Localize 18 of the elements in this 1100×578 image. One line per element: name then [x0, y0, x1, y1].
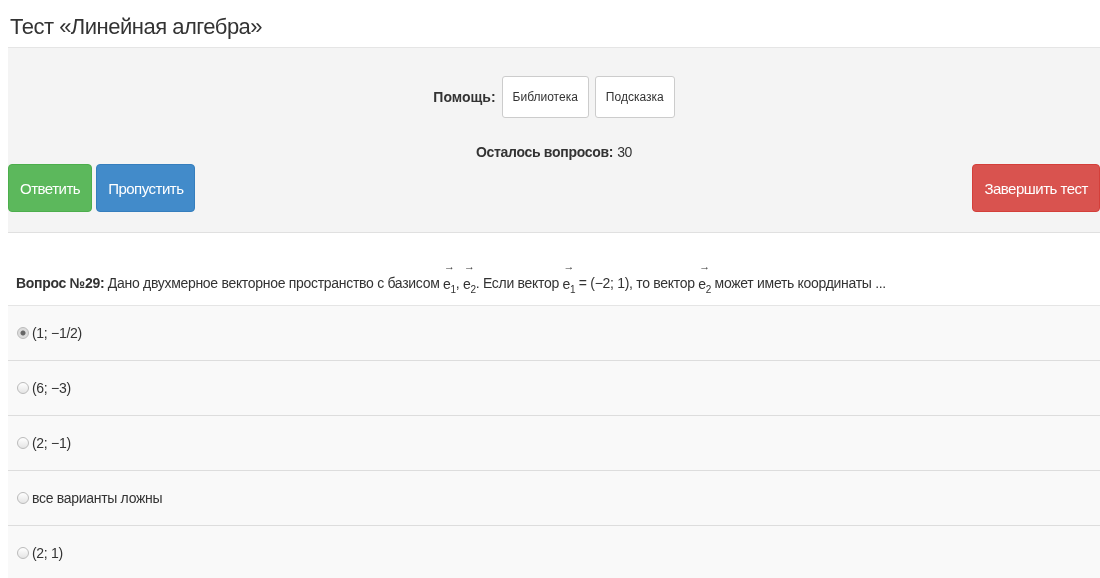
help-label: Помощь: [433, 89, 496, 105]
radio-button[interactable] [17, 381, 29, 394]
question-text: Вопрос №29: Дано двухмерное векторное пространство с базисом → e$_{1}$, → e$_{2}$. Если вектор → e$_{1}$ = (−2; 1), то вектор → e$_{2}$ может иметь координаты ... [8, 233, 1100, 306]
remaining-count: 30 [617, 144, 633, 160]
answer-option[interactable]: (6; −3) [8, 360, 1100, 416]
help-button[interactable]: Подсказка [594, 76, 675, 118]
answer-option[interactable]: (1; −1/2) [8, 305, 1100, 361]
finish-button[interactable]: Завершить тест [972, 164, 1100, 212]
help-button[interactable]: Библиотека [501, 76, 589, 118]
radio-button[interactable] [17, 491, 29, 504]
radio-button[interactable] [17, 326, 29, 339]
radio-button[interactable] [17, 546, 29, 559]
remaining-label: Осталось вопросов: [475, 144, 614, 160]
answer-option[interactable]: все варианты ложны [8, 470, 1100, 526]
radio-button[interactable] [17, 436, 29, 449]
answer-option[interactable]: (2; 1) [8, 525, 1100, 578]
answer-option[interactable]: (2; −1) [8, 415, 1100, 471]
skip-button[interactable]: Пропустить [96, 164, 196, 212]
